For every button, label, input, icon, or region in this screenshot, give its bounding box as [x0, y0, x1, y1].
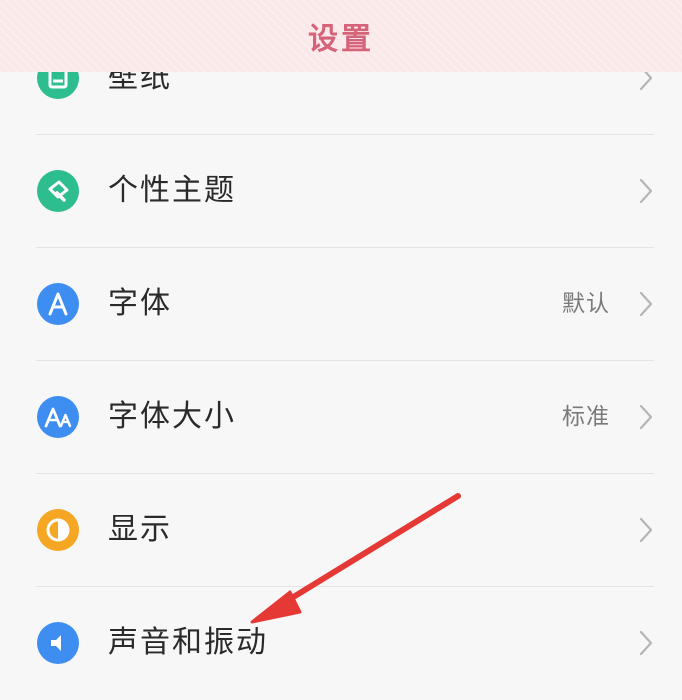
app-header: 设置 [0, 0, 682, 72]
chevron-right-icon [639, 291, 653, 317]
font-a-icon [37, 283, 79, 325]
settings-item-font[interactable]: 字体 默认 [0, 248, 682, 361]
settings-item-label: 个性主题 [108, 173, 236, 208]
settings-item-label: 声音和振动 [108, 625, 268, 660]
settings-list: 壁纸 个性主题 字体 默认 字体大小 标准 显示 声音和振动 [0, 0, 682, 664]
settings-item-label: 显示 [108, 512, 172, 547]
chevron-right-icon [639, 630, 653, 656]
theme-brush-icon [37, 170, 79, 212]
display-contrast-icon [37, 509, 79, 551]
font-size-icon [37, 396, 79, 438]
chevron-right-icon [639, 178, 653, 204]
page-title: 设置 [308, 22, 374, 57]
settings-item-font-size[interactable]: 字体大小 标准 [0, 361, 682, 474]
sound-icon [37, 622, 79, 664]
settings-item-display[interactable]: 显示 [0, 474, 682, 587]
settings-item-value: 默认 [562, 291, 610, 317]
settings-item-value: 标准 [562, 404, 610, 430]
settings-item-sound[interactable]: 声音和振动 [0, 587, 682, 700]
settings-item-theme[interactable]: 个性主题 [0, 135, 682, 248]
settings-item-label: 字体 [108, 286, 172, 321]
chevron-right-icon [639, 404, 653, 430]
chevron-right-icon [639, 517, 653, 543]
settings-item-label: 字体大小 [108, 399, 236, 434]
